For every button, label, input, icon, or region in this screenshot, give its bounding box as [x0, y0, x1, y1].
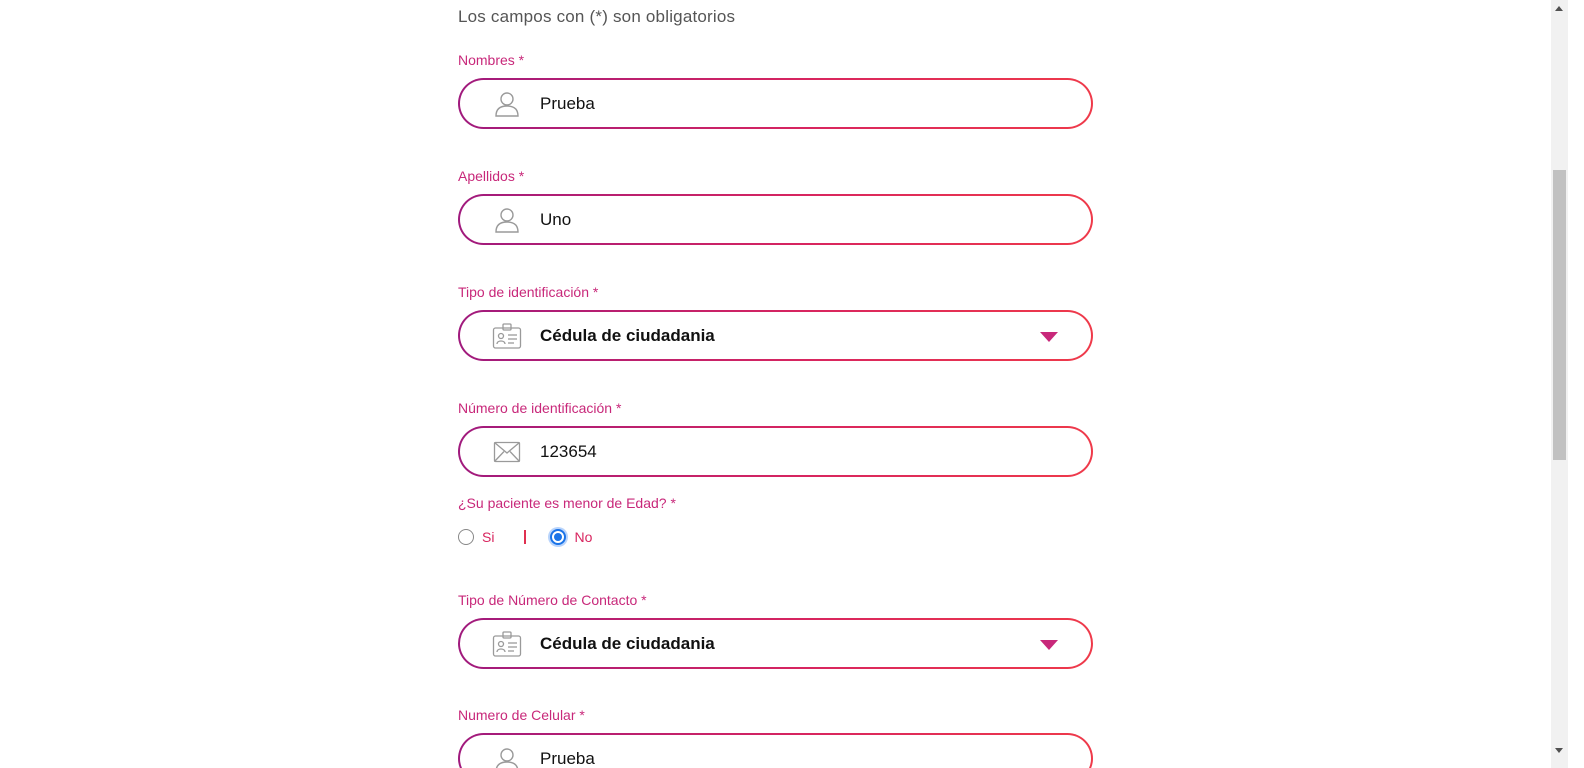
nombres-value[interactable]: Prueba [540, 94, 595, 114]
tipo-contacto-value: Cédula de ciudadania [540, 633, 715, 653]
tipo-identificacion-label: Tipo de identificación * [458, 284, 599, 300]
numero-celular-field[interactable]: Prueba [458, 733, 1093, 768]
user-icon [492, 205, 522, 235]
numero-identificacion-label: Número de identificación * [458, 400, 622, 416]
apellidos-value[interactable]: Uno [540, 210, 571, 230]
numero-celular-value[interactable]: Prueba [540, 749, 595, 768]
envelope-icon [492, 437, 522, 467]
tipo-contacto-select[interactable]: Cédula de ciudadania [458, 618, 1093, 669]
radio-si-label[interactable]: Si [482, 529, 494, 545]
scroll-thumb[interactable] [1553, 170, 1566, 460]
chevron-down-icon[interactable] [1039, 638, 1059, 652]
separator [524, 530, 527, 544]
required-fields-note: Los campos con (*) son obligatorios [458, 7, 736, 26]
vertical-scrollbar[interactable] [1551, 0, 1568, 768]
menor-edad-label: ¿Su paciente es menor de Edad? * [458, 495, 676, 511]
numero-identificacion-field[interactable]: 123654 [458, 426, 1093, 477]
scroll-down-arrow-icon[interactable] [1555, 748, 1563, 753]
menor-edad-radio-group: Si No [458, 527, 592, 547]
scroll-up-arrow-icon[interactable] [1555, 6, 1563, 11]
numero-identificacion-value[interactable]: 123654 [540, 442, 597, 462]
tipo-identificacion-select[interactable]: Cédula de ciudadania [458, 310, 1093, 361]
id-card-icon [492, 321, 522, 351]
radio-no-label[interactable]: No [574, 529, 592, 545]
chevron-down-icon[interactable] [1039, 330, 1059, 344]
tipo-contacto-label: Tipo de Número de Contacto * [458, 592, 647, 608]
numero-celular-label: Numero de Celular * [458, 707, 585, 723]
user-icon [492, 745, 522, 768]
user-icon [492, 89, 522, 119]
radio-no[interactable] [550, 529, 567, 545]
radio-si[interactable] [458, 529, 474, 545]
nombres-field[interactable]: Prueba [458, 78, 1093, 129]
apellidos-label: Apellidos * [458, 168, 525, 184]
nombres-label: Nombres * [458, 52, 525, 68]
tipo-identificacion-value: Cédula de ciudadania [540, 325, 715, 345]
apellidos-field[interactable]: Uno [458, 194, 1093, 245]
id-card-icon [492, 629, 522, 659]
